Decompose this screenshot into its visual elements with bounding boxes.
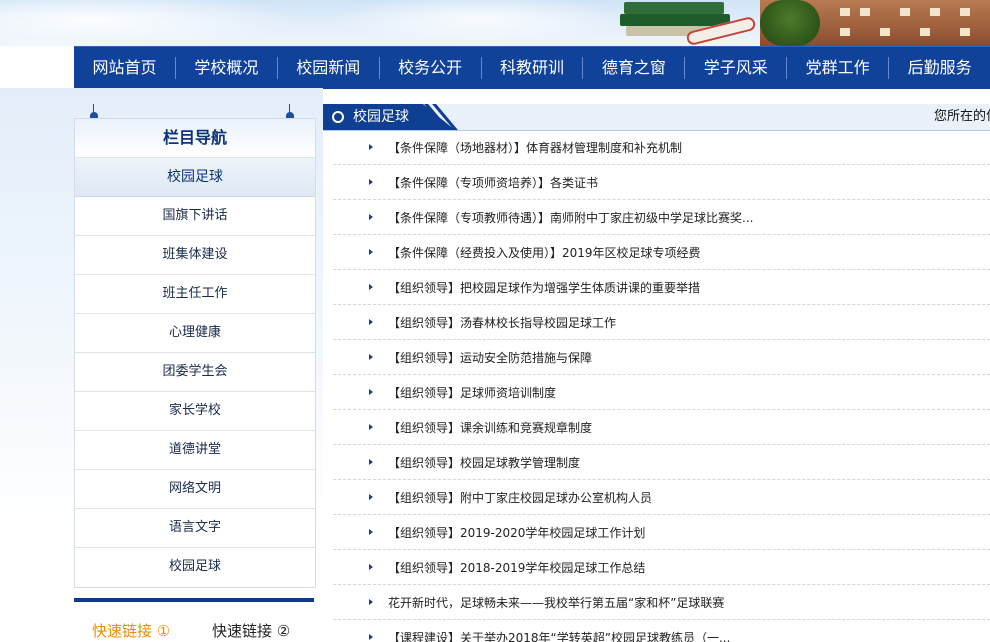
article-link[interactable]: 【课程建设】关于举办2018年“学转英超”校园足球教练员（一... xyxy=(388,629,730,642)
arrow-right-icon xyxy=(369,424,373,430)
section-header-bar: 校园足球 您所在的位 xyxy=(323,104,990,131)
list-item[interactable]: 【组织领导】校园足球教学管理制度 xyxy=(333,445,990,480)
arrow-right-icon xyxy=(369,494,373,500)
list-item[interactable]: 【课程建设】关于举办2018年“学转英超”校园足球教练员（一... xyxy=(333,620,990,642)
arrow-right-icon xyxy=(369,564,373,570)
arrow-right-icon xyxy=(369,529,373,535)
arrow-right-icon xyxy=(369,144,373,150)
nav-item-campus-news[interactable]: 校园新闻 xyxy=(278,47,379,89)
sidebar-nav: 栏目导航 校园足球 国旗下讲话 班集体建设 班主任工作 心理健康 团委学生会 家… xyxy=(74,118,316,588)
main-nav: 网站首页 学校概况 校园新闻 校务公开 科教研训 德育之窗 学子风采 党群工作 … xyxy=(74,46,990,89)
location-breadcrumb: 您所在的位 xyxy=(934,109,990,124)
sidebar-item-student-union[interactable]: 团委学生会 xyxy=(75,353,315,392)
nav-item-school-overview[interactable]: 学校概况 xyxy=(176,47,277,89)
article-link[interactable]: 【组织领导】2018-2019学年校园足球工作总结 xyxy=(388,559,645,576)
sidebar-item-campus-football[interactable]: 校园足球 xyxy=(75,548,315,586)
sidebar-current-section[interactable]: 校园足球 xyxy=(75,158,315,197)
sidebar-item-mental-health[interactable]: 心理健康 xyxy=(75,314,315,353)
cloud-decoration xyxy=(330,0,630,44)
arrow-right-icon xyxy=(369,459,373,465)
list-item[interactable]: 【条件保障（场地器材）】体育器材管理制度和补充机制 xyxy=(333,130,990,165)
list-item[interactable]: 【组织领导】运动安全防范措施与保障 xyxy=(333,340,990,375)
sidebar-item-head-teacher[interactable]: 班主任工作 xyxy=(75,275,315,314)
sidebar-item-moral-lecture[interactable]: 道德讲堂 xyxy=(75,431,315,470)
article-link[interactable]: 【组织领导】运动安全防范措施与保障 xyxy=(388,349,592,366)
nav-item-logistics[interactable]: 后勤服务 xyxy=(889,47,990,89)
article-link[interactable]: 【条件保障（专项教师待遇）】南师附中丁家庄初级中学足球比赛奖... xyxy=(388,209,753,226)
sidebar-item-flag-speech[interactable]: 国旗下讲话 xyxy=(75,197,315,236)
arrow-right-icon xyxy=(369,249,373,255)
arrow-right-icon xyxy=(369,634,373,640)
arrow-right-icon xyxy=(369,599,373,605)
list-item[interactable]: 花开新时代，足球畅未来——我校举行第五届“家和杯”足球联赛 xyxy=(333,585,990,620)
sidebar-title: 栏目导航 xyxy=(75,119,315,158)
sidebar-item-internet-civility[interactable]: 网络文明 xyxy=(75,470,315,509)
school-building-image xyxy=(760,0,990,46)
arrow-right-icon xyxy=(369,389,373,395)
article-link[interactable]: 花开新时代，足球畅未来——我校举行第五届“家和杯”足球联赛 xyxy=(388,594,724,611)
article-link[interactable]: 【组织领导】足球师资培训制度 xyxy=(388,384,556,401)
list-item[interactable]: 【组织领导】2018-2019学年校园足球工作总结 xyxy=(333,550,990,585)
arrow-right-icon xyxy=(369,179,373,185)
list-item[interactable]: 【条件保障（专项师资培养）】各类证书 xyxy=(333,165,990,200)
nav-item-home[interactable]: 网站首页 xyxy=(74,47,175,89)
header-banner xyxy=(0,0,990,46)
list-item[interactable]: 【组织领导】足球师资培训制度 xyxy=(333,375,990,410)
article-link[interactable]: 【组织领导】课余训练和竞赛规章制度 xyxy=(388,419,592,436)
article-link[interactable]: 【条件保障（专项师资培养）】各类证书 xyxy=(388,174,598,191)
nav-item-affairs-public[interactable]: 校务公开 xyxy=(380,47,481,89)
circle-icon xyxy=(332,111,344,123)
article-link[interactable]: 【组织领导】汤春林校长指导校园足球工作 xyxy=(388,314,616,331)
article-link[interactable]: 【组织领导】2019-2020学年校园足球工作计划 xyxy=(388,524,645,541)
list-item[interactable]: 【组织领导】附中丁家庄校园足球办公室机构人员 xyxy=(333,480,990,515)
quick-links-tab-2[interactable]: 快速链接 ② xyxy=(212,620,290,641)
nav-item-party-work[interactable]: 党群工作 xyxy=(787,47,888,89)
list-item[interactable]: 【条件保障（经费投入及使用）】2019年区校足球专项经费 xyxy=(333,235,990,270)
arrow-right-icon xyxy=(369,214,373,220)
quick-links-panel: 快速链接 ① 快速链接 ② xyxy=(74,598,314,642)
list-item[interactable]: 【条件保障（专项教师待遇）】南师附中丁家庄初级中学足球比赛奖... xyxy=(333,200,990,235)
nav-item-moral-education[interactable]: 德育之窗 xyxy=(583,47,684,89)
sidebar-item-parent-school[interactable]: 家长学校 xyxy=(75,392,315,431)
arrow-right-icon xyxy=(369,319,373,325)
arrow-right-icon xyxy=(369,354,373,360)
article-list: 【条件保障（场地器材）】体育器材管理制度和补充机制 【条件保障（专项师资培养）】… xyxy=(333,130,990,642)
arrow-right-icon xyxy=(369,284,373,290)
article-link[interactable]: 【条件保障（场地器材）】体育器材管理制度和补充机制 xyxy=(388,139,682,156)
quick-links-tab-1[interactable]: 快速链接 ① xyxy=(92,620,170,641)
sidebar-item-class-building[interactable]: 班集体建设 xyxy=(75,236,315,275)
sidebar-item-language[interactable]: 语言文字 xyxy=(75,509,315,548)
article-link[interactable]: 【条件保障（经费投入及使用）】2019年区校足球专项经费 xyxy=(388,244,701,261)
article-link[interactable]: 【组织领导】把校园足球作为增强学生体质讲课的重要举措 xyxy=(388,279,700,296)
section-title: 校园足球 xyxy=(353,109,409,125)
list-item[interactable]: 【组织领导】2019-2020学年校园足球工作计划 xyxy=(333,515,990,550)
cloud-decoration xyxy=(0,0,300,46)
article-link[interactable]: 【组织领导】校园足球教学管理制度 xyxy=(388,454,580,471)
books-illustration xyxy=(618,0,757,46)
list-item[interactable]: 【组织领导】课余训练和竞赛规章制度 xyxy=(333,410,990,445)
nav-item-student-style[interactable]: 学子风采 xyxy=(685,47,786,89)
list-item[interactable]: 【组织领导】把校园足球作为增强学生体质讲课的重要举措 xyxy=(333,270,990,305)
list-item[interactable]: 【组织领导】汤春林校长指导校园足球工作 xyxy=(333,305,990,340)
nav-item-research[interactable]: 科教研训 xyxy=(482,47,583,89)
article-link[interactable]: 【组织领导】附中丁家庄校园足球办公室机构人员 xyxy=(388,489,652,506)
